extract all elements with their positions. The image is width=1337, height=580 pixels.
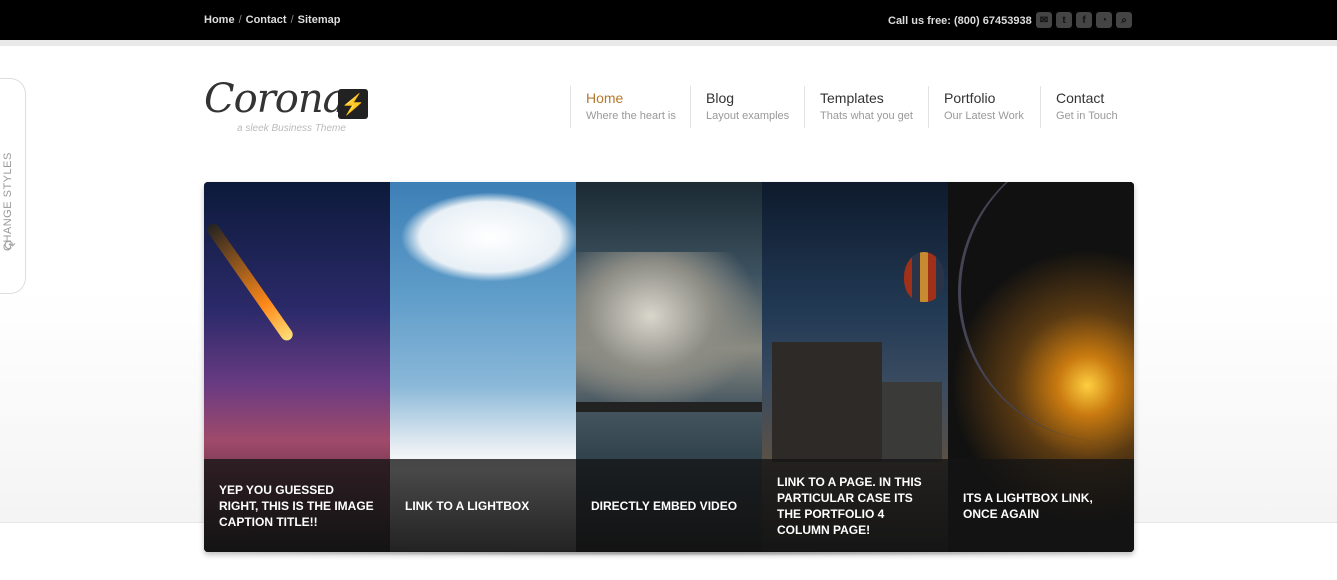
slider-shadow [196, 550, 1142, 556]
nav-item-title: Contact [1056, 90, 1105, 106]
nav-item-templates[interactable]: Templates Thats what you get [804, 86, 913, 128]
change-styles-tab[interactable]: ⟳ CHANGE STYLES [0, 78, 26, 294]
breadcrumb-sitemap-link[interactable]: Sitemap [298, 14, 341, 26]
slider-panel[interactable]: ITS A LIGHTBOX LINK, ONCE AGAIN [948, 182, 1134, 552]
breadcrumb-separator: / [290, 14, 294, 26]
top-bar: Home / Contact / Sitemap Call us free: (800)… [0, 0, 1337, 40]
cloud-graphic [400, 192, 576, 282]
wave-graphic [576, 252, 762, 412]
breadcrumb-home-link[interactable]: Home [204, 14, 235, 26]
social-icons: ✉ t f ◔ ⌕ [1036, 12, 1132, 28]
nav-item-subtitle: Get in Touch [1056, 110, 1118, 122]
slide-caption-text: ITS A LIGHTBOX LINK, ONCE AGAIN [963, 490, 1093, 521]
nav-item-home[interactable]: Home Where the heart is [570, 86, 676, 128]
nav-item-contact[interactable]: Contact Get in Touch [1040, 86, 1118, 128]
logo-tagline: a sleek Business Theme [237, 123, 346, 134]
building-graphic [772, 342, 882, 462]
breadcrumb-contact-link[interactable]: Contact [246, 14, 287, 26]
search-icon[interactable]: ⌕ [1116, 12, 1132, 28]
rss-icon[interactable]: ◔ [1096, 12, 1112, 28]
slider-panel[interactable]: DIRECTLY EMBED VIDEO [576, 182, 762, 552]
logo[interactable]: Corona ⚡ a sleek Business Theme [204, 76, 374, 136]
slide-caption: LINK TO A PAGE. IN THIS PARTICULAR CASE … [762, 459, 948, 552]
change-styles-label: CHANGE STYLES [2, 152, 14, 251]
image-slider: YEP YOU GUESSED RIGHT, THIS IS THE IMAGE… [204, 182, 1134, 552]
balloon-graphic [904, 252, 944, 302]
slide-caption-text: LINK TO A PAGE. IN THIS PARTICULAR CASE … [777, 474, 922, 537]
slide-caption: ITS A LIGHTBOX LINK, ONCE AGAIN [948, 459, 1134, 552]
nav-item-title: Blog [706, 90, 735, 106]
header-divider [0, 40, 1337, 46]
slide-caption-text: DIRECTLY EMBED VIDEO [591, 498, 738, 513]
slide-caption-text: YEP YOU GUESSED RIGHT, THIS IS THE IMAGE… [219, 482, 374, 529]
nav-item-subtitle: Where the heart is [586, 110, 676, 122]
breadcrumb: Home / Contact / Sitemap [204, 14, 340, 26]
twitter-icon[interactable]: t [1056, 12, 1072, 28]
nav-item-title: Templates [820, 90, 884, 106]
nav-item-subtitle: Thats what you get [820, 110, 913, 122]
phone-number: Call us free: (800) 67453938 [888, 15, 1032, 27]
lightning-icon: ⚡ [338, 89, 368, 119]
nav-item-title: Home [586, 90, 624, 106]
email-icon[interactable]: ✉ [1036, 12, 1052, 28]
nav-item-subtitle: Layout examples [706, 110, 790, 122]
slide-caption: YEP YOU GUESSED RIGHT, THIS IS THE IMAGE… [204, 459, 390, 552]
nav-item-blog[interactable]: Blog Layout examples [690, 86, 789, 128]
logo-wordmark: Corona [204, 76, 346, 122]
slide-caption: LINK TO A LIGHTBOX [390, 459, 576, 552]
slider-panel[interactable]: LINK TO A PAGE. IN THIS PARTICULAR CASE … [762, 182, 948, 552]
facebook-icon[interactable]: f [1076, 12, 1092, 28]
slide-caption-text: LINK TO A LIGHTBOX [405, 498, 530, 513]
breadcrumb-separator: / [238, 14, 242, 26]
nav-item-portfolio[interactable]: Portfolio Our Latest Work [928, 86, 1024, 128]
nav-item-subtitle: Our Latest Work [944, 110, 1024, 122]
building-graphic [882, 382, 942, 462]
bridge-graphic [576, 402, 762, 412]
slider-panel[interactable]: LINK TO A LIGHTBOX [390, 182, 576, 552]
slide-caption: DIRECTLY EMBED VIDEO [576, 459, 762, 552]
nav-item-title: Portfolio [944, 90, 996, 106]
slider-panel[interactable]: YEP YOU GUESSED RIGHT, THIS IS THE IMAGE… [204, 182, 390, 552]
